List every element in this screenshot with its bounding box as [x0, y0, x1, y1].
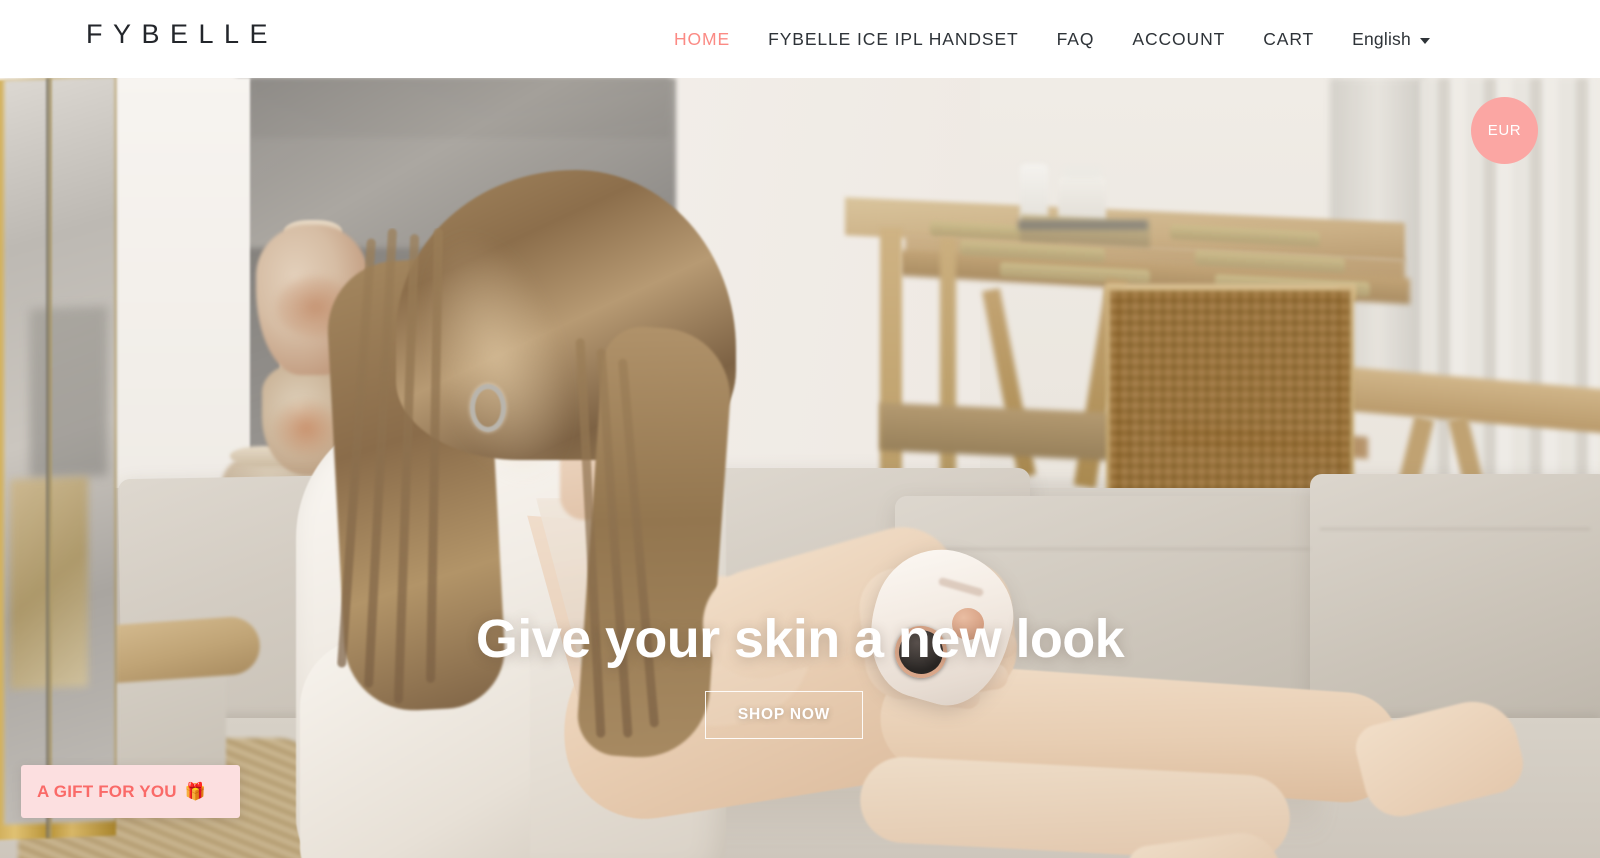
language-label: English: [1352, 28, 1411, 49]
chevron-down-icon: [1419, 37, 1430, 44]
gift-banner[interactable]: A GIFT FOR YOU 🎁: [21, 765, 240, 818]
nav-item-account[interactable]: ACCOUNT: [1113, 29, 1244, 50]
hero-headline: Give your skin a new look: [475, 609, 1125, 669]
site-header: FYBELLE HOME FYBELLE ICE IPL HANDSET FAQ…: [0, 0, 1600, 78]
gift-banner-label: A GIFT FOR YOU: [37, 781, 177, 801]
language-selector[interactable]: English: [1333, 29, 1449, 50]
hero-banner: Give your skin a new look SHOP NOW A GIF…: [0, 78, 1600, 858]
site-logo[interactable]: FYBELLE: [86, 19, 278, 50]
main-navigation: HOME FYBELLE ICE IPL HANDSET FAQ ACCOUNT…: [655, 0, 1449, 78]
gift-icon: 🎁: [184, 782, 206, 801]
nav-item-cart[interactable]: CART: [1244, 29, 1333, 50]
currency-badge[interactable]: EUR: [1471, 97, 1538, 164]
nav-item-home[interactable]: HOME: [655, 29, 749, 50]
nav-item-faq[interactable]: FAQ: [1038, 29, 1114, 50]
shop-now-button[interactable]: SHOP NOW: [705, 691, 863, 739]
nav-item-fybelle-ice-ipl-handset[interactable]: FYBELLE ICE IPL HANDSET: [749, 29, 1038, 50]
hero-overlay: Give your skin a new look SHOP NOW A GIF…: [0, 78, 1600, 858]
